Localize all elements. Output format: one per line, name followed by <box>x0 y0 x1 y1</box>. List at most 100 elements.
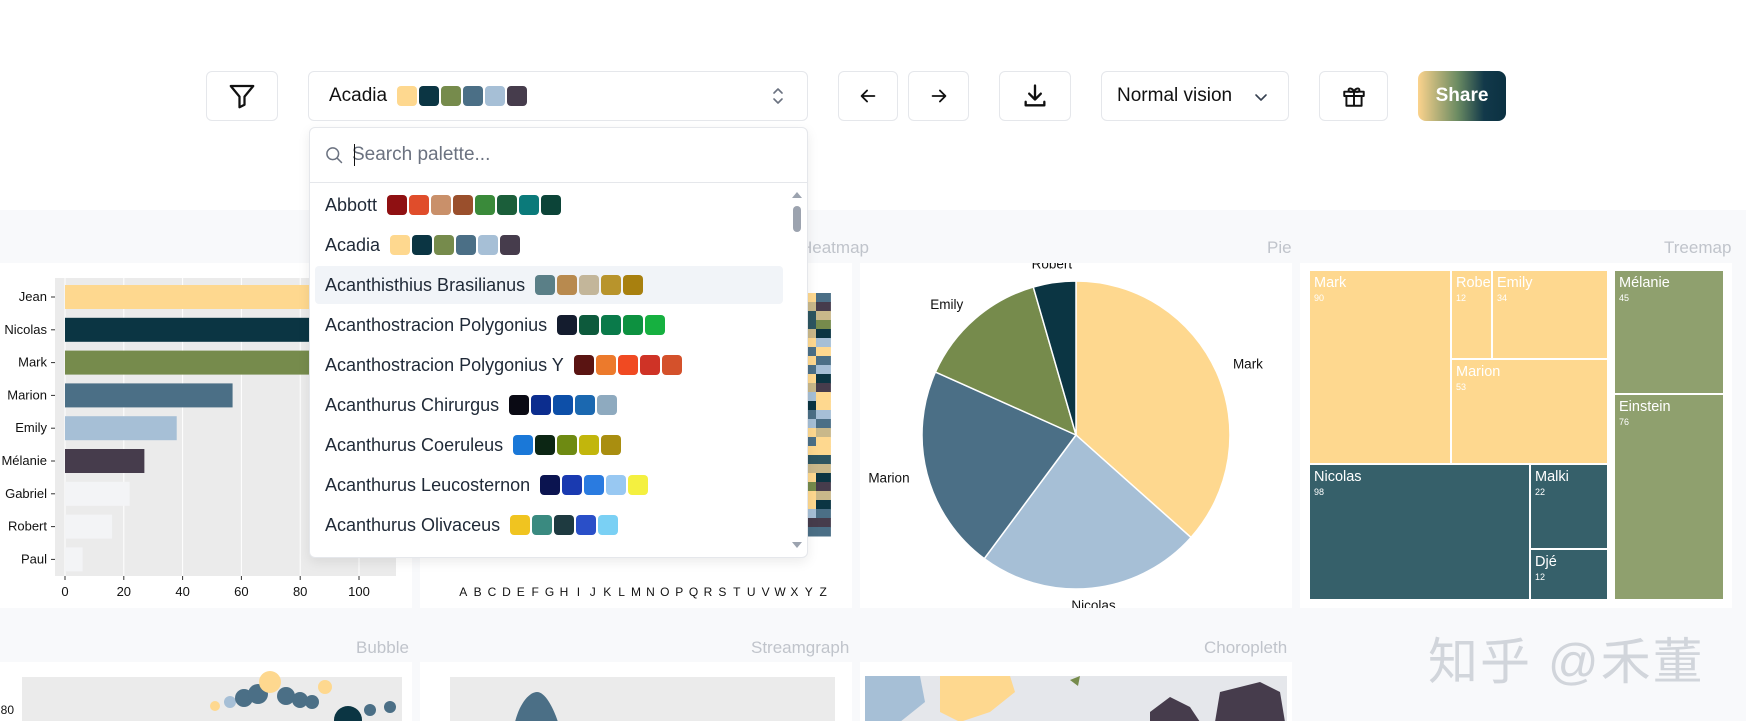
palette-list-scrollbar[interactable] <box>790 190 804 550</box>
color-swatch <box>573 355 594 375</box>
streamgraph-panel <box>420 662 852 721</box>
streamgraph-plot-area <box>450 677 835 721</box>
x-tick-label: J <box>590 585 596 599</box>
color-swatch <box>645 315 666 335</box>
x-tick-label: I <box>577 585 580 599</box>
color-swatch <box>441 86 462 106</box>
x-tick-label: T <box>733 585 741 599</box>
heatmap-cell <box>816 437 831 447</box>
scrollbar-thumb[interactable] <box>793 206 801 232</box>
treemap-chart: Mark 90 Robe 12 Emily 34 Marion 53 Nicolas 98 Malk… <box>1310 271 1723 599</box>
y-tick-label: Mélanie <box>1 453 47 468</box>
pie-label: Emily <box>930 297 963 312</box>
bubble-point <box>305 695 319 709</box>
treemap-cell <box>1615 395 1723 599</box>
palette-option[interactable]: Acanthostracion Polygonius Y <box>315 346 783 384</box>
palette-search-input[interactable] <box>352 140 792 170</box>
treemap-title: Treemap <box>1664 238 1732 257</box>
bar <box>65 383 233 408</box>
color-swatch <box>434 235 455 255</box>
treemap-cell-label: Emily <box>1497 275 1533 291</box>
color-swatch <box>485 86 506 106</box>
treemap-cell-value: 45 <box>1619 293 1629 303</box>
filter-icon <box>229 84 255 109</box>
palette-search-row <box>310 128 807 183</box>
heatmap-cell <box>816 473 831 483</box>
pie-title: Pie <box>1267 238 1292 257</box>
color-swatch <box>623 275 644 295</box>
palette-option[interactable]: Acanthisthius Brasilianus <box>315 266 783 304</box>
y-tick-label: Jean <box>19 289 47 304</box>
gift-button[interactable] <box>1319 71 1388 121</box>
palette-option[interactable]: Acanthostracion Polygonius <box>315 306 783 344</box>
pie-label: Marion <box>868 470 909 485</box>
palette-option[interactable]: Acadia <box>315 226 783 264</box>
palette-option-swatches <box>390 235 521 255</box>
next-palette-button[interactable] <box>908 71 969 121</box>
share-button[interactable]: Share <box>1418 71 1506 121</box>
color-swatch <box>463 86 484 106</box>
y-tick-label: Gabriel <box>5 486 47 501</box>
y-tick-label: 80 <box>1 703 15 717</box>
palette-select-label: Acadia <box>329 85 388 106</box>
palette-option[interactable]: Acanthurus Coeruleus <box>315 426 783 464</box>
heatmap-cell <box>816 392 831 402</box>
x-tick-label: W <box>774 585 786 599</box>
x-tick-label: O <box>660 585 669 599</box>
treemap-cell <box>1310 271 1450 463</box>
x-tick-label: C <box>488 585 497 599</box>
heatmap-cell <box>816 464 831 474</box>
y-tick-label: Robert <box>8 519 47 534</box>
color-swatch <box>639 355 660 375</box>
x-tick-label: E <box>517 585 525 599</box>
treemap-cell-label: Einstein <box>1619 399 1671 415</box>
color-swatch <box>557 275 578 295</box>
heatmap-cell <box>816 491 831 501</box>
scroll-up-icon[interactable] <box>792 192 802 198</box>
bar <box>65 481 130 506</box>
color-swatch <box>579 315 600 335</box>
x-tick-label: U <box>747 585 756 599</box>
x-tick-label: P <box>675 585 683 599</box>
palette-option[interactable]: Acanthurus Chirurgus <box>315 386 783 424</box>
heatmap-cell <box>816 293 831 303</box>
bar <box>65 547 83 572</box>
palette-option[interactable]: Abbott <box>315 186 783 224</box>
x-tick-label: B <box>474 585 482 599</box>
color-swatch <box>509 395 530 415</box>
color-swatch <box>562 475 583 495</box>
x-tick-label: K <box>603 585 611 599</box>
treemap-cell-label: Robe <box>1456 275 1491 291</box>
bar <box>65 449 145 473</box>
palette-option[interactable]: Acanthurus Olivaceus <box>315 506 783 544</box>
palette-option[interactable]: Acanthurus Leucosternon <box>315 466 783 504</box>
scroll-down-icon[interactable] <box>792 542 802 548</box>
bubble-title: Bubble <box>356 638 409 657</box>
palette-select[interactable]: Acadia <box>308 71 808 121</box>
color-swatch <box>500 235 521 255</box>
color-swatch <box>453 195 474 215</box>
palette-select-swatches <box>397 86 528 106</box>
bubble-point <box>210 701 220 711</box>
color-swatch <box>601 275 622 295</box>
vision-select[interactable]: Normal vision <box>1101 71 1289 121</box>
x-tick-label: D <box>502 585 511 599</box>
palette-option-swatches <box>535 275 644 295</box>
download-button[interactable] <box>999 71 1071 121</box>
treemap-cell-value: 12 <box>1456 293 1466 303</box>
color-swatch <box>412 235 433 255</box>
previous-palette-button[interactable] <box>838 71 898 121</box>
bubble-point <box>259 671 281 693</box>
bubble-point <box>224 696 236 708</box>
filter-button[interactable] <box>206 71 278 121</box>
text-caret <box>354 144 355 166</box>
bubble-point <box>384 701 396 713</box>
bar <box>65 514 113 539</box>
palette-option-label: Acanthurus Coeruleus <box>325 434 504 455</box>
bubble-point <box>318 680 332 694</box>
color-swatch <box>532 515 553 535</box>
x-tick-label: G <box>545 585 554 599</box>
color-swatch <box>535 435 556 455</box>
treemap-cell <box>1310 465 1529 599</box>
x-tick-label: Q <box>689 585 698 599</box>
